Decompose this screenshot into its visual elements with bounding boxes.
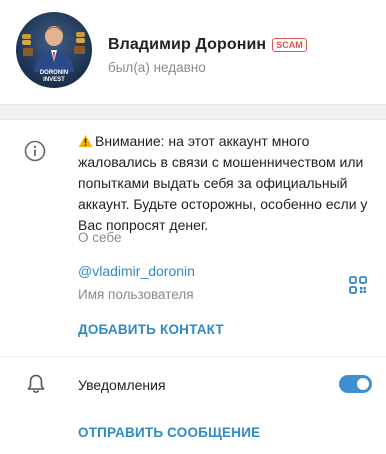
toggle-knob [356, 377, 370, 391]
username-label: Имя пользователя [78, 287, 194, 302]
bell-icon [25, 373, 47, 395]
scam-badge: SCAM [272, 38, 307, 52]
username-value[interactable]: @vladimir_doronin [78, 263, 195, 279]
info-icon [24, 140, 46, 162]
section-divider [0, 104, 386, 120]
avatar-image: DORONIN INVEST [22, 26, 85, 83]
warning-message: Внимание: на этот аккаунт много жаловали… [78, 133, 368, 233]
avatar-text-line1: DORONIN [40, 70, 68, 76]
name-row: Владимир Доронин SCAM [108, 36, 307, 54]
warning-icon [78, 134, 93, 148]
scam-warning-text: Внимание: на этот аккаунт много жаловали… [78, 131, 368, 236]
send-message-button[interactable]: ОТПРАВИТЬ СООБЩЕНИЕ [78, 425, 260, 440]
avatar-text-line2: INVEST [43, 77, 65, 83]
notifications-label: Уведомления [78, 377, 166, 393]
profile-header: DORONIN INVEST Владимир Доронин SCAM был… [0, 0, 386, 104]
notifications-toggle[interactable] [339, 375, 372, 393]
avatar[interactable]: DORONIN INVEST [16, 12, 92, 88]
last-seen-status: был(а) недавно [108, 60, 206, 75]
about-label: О себе [78, 230, 122, 245]
profile-name: Владимир Доронин [108, 36, 267, 53]
add-contact-button[interactable]: ДОБАВИТЬ КОНТАКТ [78, 322, 224, 337]
divider-line [0, 356, 386, 357]
qr-code-icon[interactable] [348, 275, 368, 295]
